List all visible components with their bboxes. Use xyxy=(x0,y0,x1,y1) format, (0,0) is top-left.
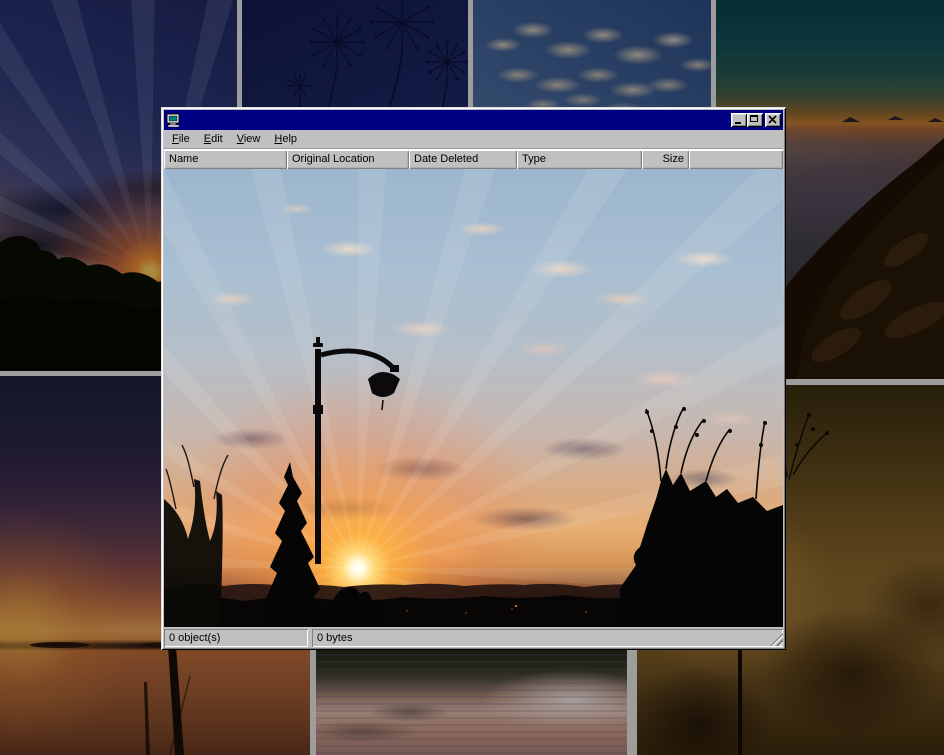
recycle-bin-window: File Edit View Help Name Original Locati… xyxy=(161,107,786,650)
minimize-button[interactable] xyxy=(731,113,747,127)
titlebar[interactable] xyxy=(164,110,783,130)
column-header-size[interactable]: Size xyxy=(642,150,689,169)
status-bytes-panel: 0 bytes xyxy=(312,629,783,647)
column-header-filler xyxy=(689,150,783,169)
minimize-icon xyxy=(735,122,741,124)
menu-item-view[interactable]: View xyxy=(230,131,268,147)
status-bar: 0 object(s) 0 bytes xyxy=(164,627,783,647)
file-list-area[interactable] xyxy=(164,169,783,627)
status-objects-panel: 0 object(s) xyxy=(164,629,308,647)
column-header-row: Name Original Location Date Deleted Type… xyxy=(164,150,783,169)
menu-item-help[interactable]: Help xyxy=(267,131,304,147)
menu-item-file[interactable]: File xyxy=(165,131,197,147)
maximize-button[interactable] xyxy=(747,113,763,127)
column-header-original-location[interactable]: Original Location xyxy=(287,150,409,169)
menu-item-edit[interactable]: Edit xyxy=(197,131,230,147)
close-icon xyxy=(768,115,777,124)
maximize-icon xyxy=(750,115,758,122)
column-header-type[interactable]: Type xyxy=(517,150,642,169)
close-button[interactable] xyxy=(765,113,781,127)
column-header-name[interactable]: Name xyxy=(164,150,287,169)
window-content-photo xyxy=(164,169,783,627)
column-header-date-deleted[interactable]: Date Deleted xyxy=(409,150,517,169)
menu-bar: File Edit View Help xyxy=(164,130,783,148)
desktop: File Edit View Help Name Original Locati… xyxy=(0,0,944,755)
sunset-silhouettes xyxy=(164,169,783,627)
computer-icon xyxy=(166,113,182,128)
